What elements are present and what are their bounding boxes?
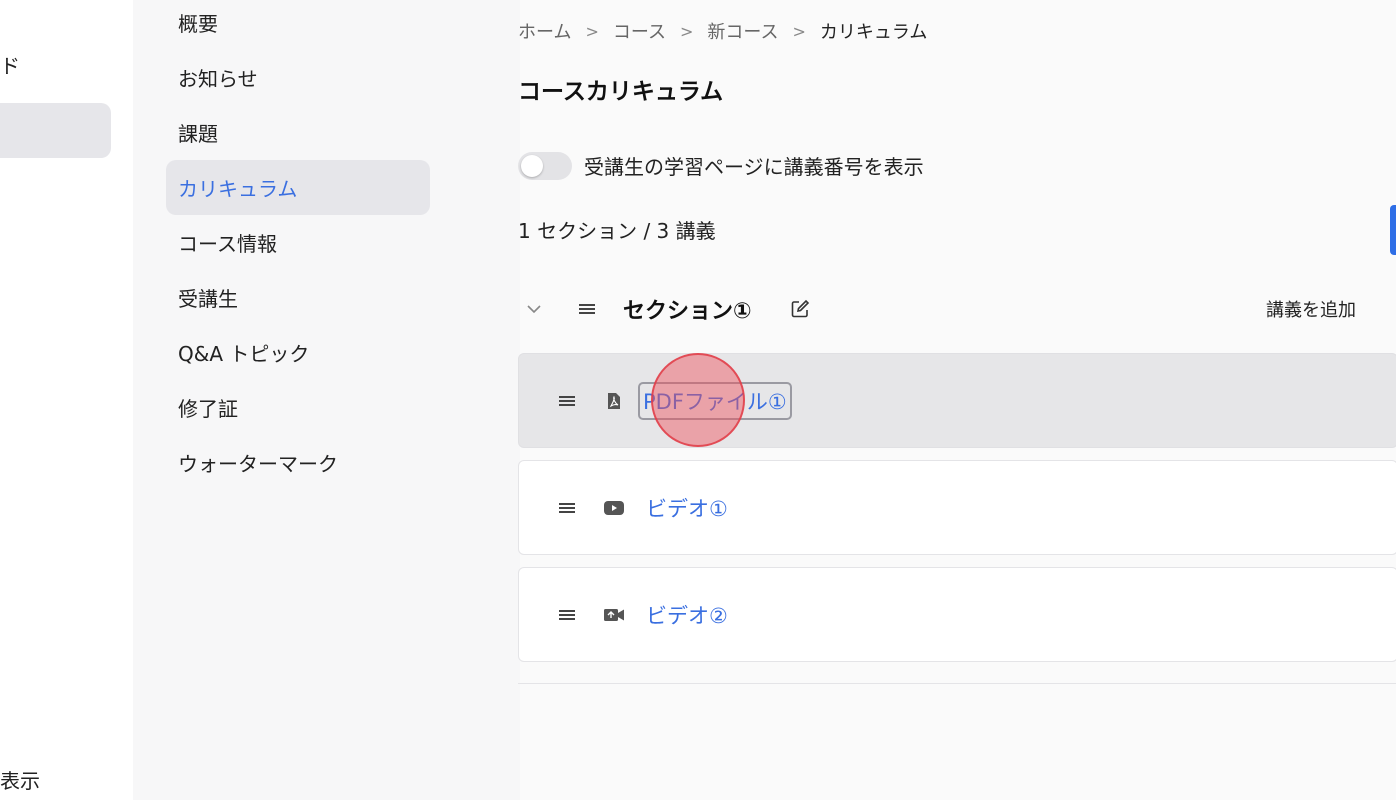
toggle-knob — [521, 154, 543, 177]
nav-item-announcements[interactable]: お知らせ — [166, 50, 430, 105]
nav-item-overview[interactable]: 概要 — [166, 0, 430, 50]
nav-item-curriculum[interactable]: カリキュラム — [166, 160, 430, 215]
nav-item-certificate[interactable]: 修了証 — [166, 380, 430, 435]
section-divider — [518, 683, 1396, 684]
toggle-label: 受講生の学習ページに講義番号を表示 — [584, 155, 924, 179]
left-rail: ド 表示 — [0, 0, 133, 800]
lecture-item-video-1[interactable]: ビデオ① — [518, 460, 1396, 555]
nav-item-students[interactable]: 受講生 — [166, 270, 430, 325]
curriculum-summary: 1 セクション / 3 講義 — [518, 219, 716, 243]
lecture-title-link[interactable]: ビデオ② — [642, 598, 732, 632]
nav-item-watermark[interactable]: ウォーターマーク — [166, 435, 430, 490]
section-title: セクション① — [623, 299, 752, 324]
breadcrumb-current: カリキュラム — [819, 22, 928, 43]
add-section-button-edge[interactable] — [1390, 205, 1396, 255]
nav-item-course-info[interactable]: コース情報 — [166, 215, 430, 270]
breadcrumb: ホーム > コース > 新コース > カリキュラム — [518, 18, 927, 44]
breadcrumb-separator: > — [679, 21, 694, 41]
lecture-number-toggle-row: 受講生の学習ページに講義番号を表示 — [518, 151, 924, 180]
pdf-icon — [603, 390, 625, 412]
video-camera-icon — [603, 604, 625, 626]
edit-icon[interactable] — [788, 297, 812, 321]
breadcrumb-separator: > — [792, 21, 806, 41]
lecture-title-link[interactable]: ビデオ① — [642, 491, 732, 525]
course-sub-nav: 概要 お知らせ 課題 カリキュラム コース情報 受講生 Q&A トピック 修了証… — [133, 0, 520, 800]
lecture-item-video-2[interactable]: ビデオ② — [518, 567, 1396, 662]
lecture-number-toggle[interactable] — [518, 151, 572, 180]
section-header: セクション① 講義を追加 — [520, 285, 1396, 333]
nav-item-assignments[interactable]: 課題 — [166, 105, 430, 160]
rail-item-partial[interactable]: ド — [0, 50, 20, 79]
drag-handle-icon[interactable] — [576, 298, 598, 320]
drag-handle-icon[interactable] — [556, 604, 578, 626]
drag-handle-icon[interactable] — [556, 497, 578, 519]
lecture-title-link[interactable]: PDFファイル① — [638, 381, 792, 420]
nav-item-qa-topics[interactable]: Q&A トピック — [166, 325, 430, 380]
chevron-down-icon[interactable] — [522, 297, 546, 321]
breadcrumb-home[interactable]: ホーム — [518, 18, 571, 44]
page-title: コースカリキュラム — [518, 79, 724, 105]
youtube-icon — [603, 497, 625, 519]
breadcrumb-new-course[interactable]: 新コース — [707, 18, 778, 44]
add-lecture-button[interactable]: 講義を追加 — [1266, 296, 1356, 322]
lecture-item-pdf[interactable]: PDFファイル① — [518, 353, 1396, 448]
breadcrumb-courses[interactable]: コース — [613, 18, 666, 44]
drag-handle-icon[interactable] — [556, 390, 578, 412]
main-content: ホーム > コース > 新コース > カリキュラム コースカリキュラム 受講生の… — [518, 0, 1396, 800]
breadcrumb-separator: > — [585, 21, 599, 41]
rail-item-active[interactable] — [0, 103, 111, 158]
rail-item-partial-bottom[interactable]: 表示 — [0, 765, 40, 794]
